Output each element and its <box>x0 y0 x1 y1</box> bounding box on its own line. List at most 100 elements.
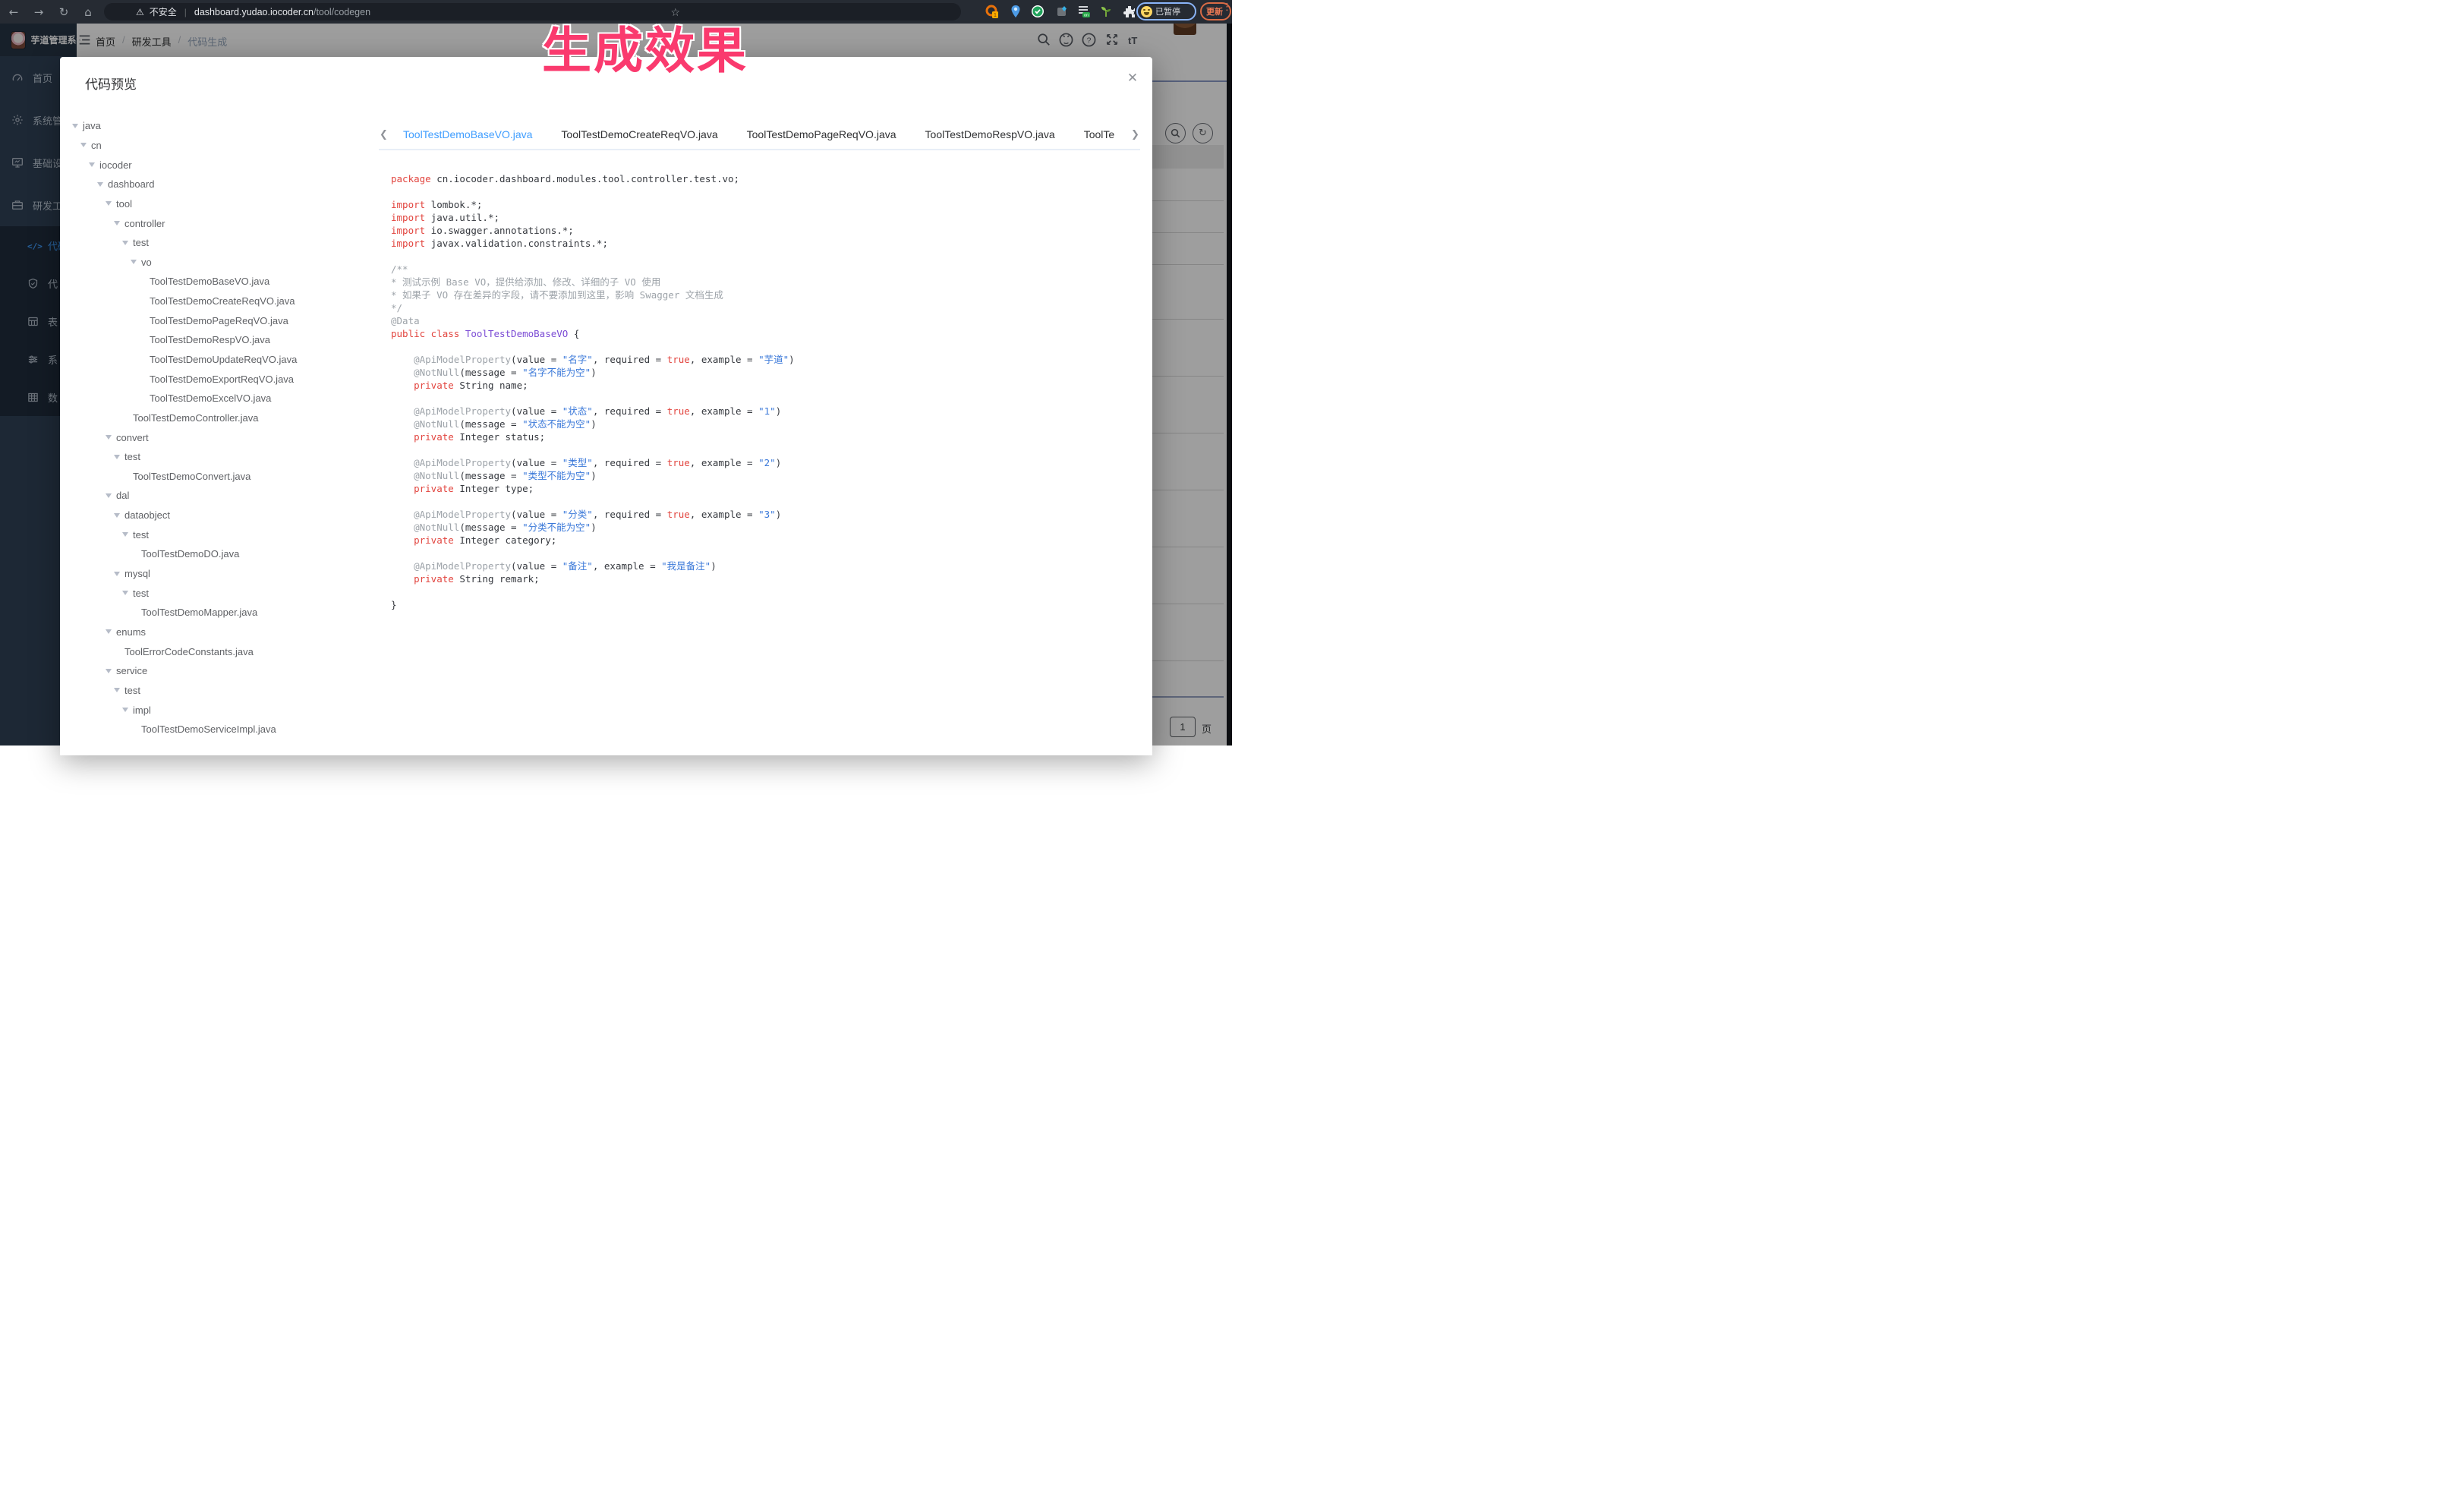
tree-node-label: ToolTestDemoController.java <box>133 412 258 424</box>
tree-node-label: test <box>124 451 140 462</box>
tree-node-label: controller <box>124 218 165 229</box>
tree-file[interactable]: ToolTestDemoDO.java <box>60 544 386 564</box>
caret-down-icon[interactable] <box>106 629 116 634</box>
tree-node-label: ToolTestDemoExportReqVO.java <box>150 374 294 385</box>
code-line: @ApiModelProperty(value = "名字", required… <box>391 353 1142 366</box>
caret-down-icon[interactable] <box>122 241 133 245</box>
tree-node-label: ToolTestDemoCreateReqVO.java <box>150 295 295 307</box>
tree-node-label: ToolErrorCodeConstants.java <box>124 646 254 657</box>
caret-down-icon[interactable] <box>114 688 124 692</box>
code-preview-dialog: 代码预览 ✕ javacniocoderdashboardtoolcontrol… <box>60 57 1152 755</box>
tree-folder[interactable]: test <box>60 447 386 467</box>
code-line <box>391 585 1142 598</box>
tree-folder[interactable]: enums <box>60 623 386 642</box>
code-line: public class ToolTestDemoBaseVO { <box>391 327 1142 340</box>
caret-down-icon[interactable] <box>131 260 141 264</box>
tree-folder[interactable]: dal <box>60 486 386 506</box>
code-line: * 测试示例 Base VO，提供给添加、修改、详细的子 VO 使用 <box>391 276 1142 288</box>
tree-folder[interactable]: controller <box>60 213 386 233</box>
tree-file[interactable]: ToolTestDemoExcelVO.java <box>60 389 386 408</box>
tree-file[interactable]: ToolTestDemoBaseVO.java <box>60 272 386 292</box>
caret-down-icon[interactable] <box>114 455 124 459</box>
tree-node-label: impl <box>133 705 151 716</box>
caret-down-icon[interactable] <box>114 572 124 576</box>
tree-node-label: test <box>124 685 140 696</box>
caret-down-icon[interactable] <box>89 162 99 167</box>
tree-file[interactable]: ToolErrorCodeConstants.java <box>60 641 386 661</box>
code-line: private String name; <box>391 379 1142 392</box>
caret-down-icon[interactable] <box>122 532 133 537</box>
code-line: } <box>391 598 1142 611</box>
tree-file[interactable]: ToolTestDemoController.java <box>60 408 386 428</box>
tree-node-label: ToolTestDemoConvert.java <box>133 471 250 482</box>
caret-down-icon[interactable] <box>114 513 124 518</box>
tree-file[interactable]: ToolTestDemoPageReqVO.java <box>60 310 386 330</box>
tree-node-label: ToolTestDemoUpdateReqVO.java <box>150 354 297 365</box>
caret-down-icon[interactable] <box>106 493 116 498</box>
tree-node-label: cn <box>91 140 102 151</box>
tree-folder[interactable]: test <box>60 233 386 253</box>
code-line <box>391 443 1142 456</box>
code-line: @NotNull(message = "状态不能为空") <box>391 418 1142 430</box>
code-line: * 如果子 VO 存在差异的字段，请不要添加到这里，影响 Swagger 文档生… <box>391 288 1142 301</box>
tab-ToolTe[interactable]: ToolTe <box>1070 118 1129 150</box>
tree-folder[interactable]: impl <box>60 700 386 720</box>
code-line: @NotNull(message = "名字不能为空") <box>391 366 1142 379</box>
tree-file[interactable]: ToolTestDemoUpdateReqVO.java <box>60 350 386 370</box>
tree-folder[interactable]: dashboard <box>60 175 386 194</box>
caret-down-icon[interactable] <box>97 182 108 187</box>
tree-node-label: ToolTestDemoMapper.java <box>141 607 257 618</box>
tree-folder[interactable]: tool <box>60 194 386 214</box>
caret-down-icon[interactable] <box>106 201 116 206</box>
tab-ToolTestDemoPageReqVO.java[interactable]: ToolTestDemoPageReqVO.java <box>733 118 911 150</box>
tree-node-label: mysql <box>124 568 150 579</box>
tree-folder[interactable]: test <box>60 681 386 701</box>
code-line: @ApiModelProperty(value = "状态", required… <box>391 405 1142 418</box>
tree-folder[interactable]: vo <box>60 252 386 272</box>
caret-down-icon[interactable] <box>122 591 133 595</box>
tree-folder[interactable]: java <box>60 116 386 136</box>
caret-down-icon[interactable] <box>80 143 91 147</box>
tree-file[interactable]: ToolTestDemoServiceImpl.java <box>60 720 386 739</box>
code-line: private Integer category; <box>391 534 1142 547</box>
code-line: import lombok.*; <box>391 198 1142 211</box>
code-line: */ <box>391 301 1142 314</box>
code-line <box>391 340 1142 353</box>
tree-folder[interactable]: test <box>60 525 386 544</box>
tree-file[interactable]: ToolTestDemoRespVO.java <box>60 330 386 350</box>
annotation-text: 生成效果 <box>0 11 1290 82</box>
tabs-scroll-left-icon[interactable]: ❮ <box>379 128 389 140</box>
tree-node-label: vo <box>141 257 152 268</box>
code-viewer[interactable]: package cn.iocoder.dashboard.modules.too… <box>391 172 1142 611</box>
tree-node-label: test <box>133 588 149 599</box>
tree-node-label: ToolTestDemoDO.java <box>141 548 239 560</box>
caret-down-icon[interactable] <box>106 669 116 673</box>
tree-node-label: java <box>83 120 101 131</box>
code-line: import javax.validation.constraints.*; <box>391 237 1142 250</box>
tree-file[interactable]: ToolTestDemoExportReqVO.java <box>60 369 386 389</box>
tree-file[interactable]: ToolTestDemoCreateReqVO.java <box>60 292 386 311</box>
tab-ToolTestDemoBaseVO.java[interactable]: ToolTestDemoBaseVO.java <box>389 118 547 150</box>
caret-down-icon[interactable] <box>122 708 133 712</box>
tab-ToolTestDemoCreateReqVO.java[interactable]: ToolTestDemoCreateReqVO.java <box>547 118 732 150</box>
tab-ToolTestDemoRespVO.java[interactable]: ToolTestDemoRespVO.java <box>911 118 1070 150</box>
code-line: private String remark; <box>391 572 1142 585</box>
tree-folder[interactable]: dataobject <box>60 506 386 525</box>
tree-folder[interactable]: cn <box>60 136 386 156</box>
tree-folder[interactable]: mysql <box>60 564 386 584</box>
tree-file[interactable]: ToolTestDemoMapper.java <box>60 603 386 623</box>
tabs-scroll-right-icon[interactable]: ❯ <box>1130 128 1140 140</box>
code-line: @Data <box>391 314 1142 327</box>
code-line: @NotNull(message = "分类不能为空") <box>391 521 1142 534</box>
code-line: package cn.iocoder.dashboard.modules.too… <box>391 172 1142 185</box>
browser-menu-icon[interactable]: ⋮ <box>1222 4 1230 9</box>
tree-folder[interactable]: test <box>60 583 386 603</box>
tree-folder[interactable]: service <box>60 661 386 681</box>
caret-down-icon[interactable] <box>106 435 116 440</box>
caret-down-icon[interactable] <box>114 221 124 225</box>
caret-down-icon[interactable] <box>72 124 83 128</box>
tree-folder[interactable]: iocoder <box>60 155 386 175</box>
tree-file[interactable]: ToolTestDemoConvert.java <box>60 467 386 487</box>
tree-folder[interactable]: convert <box>60 427 386 447</box>
tree-node-label: ToolTestDemoServiceImpl.java <box>141 723 276 735</box>
